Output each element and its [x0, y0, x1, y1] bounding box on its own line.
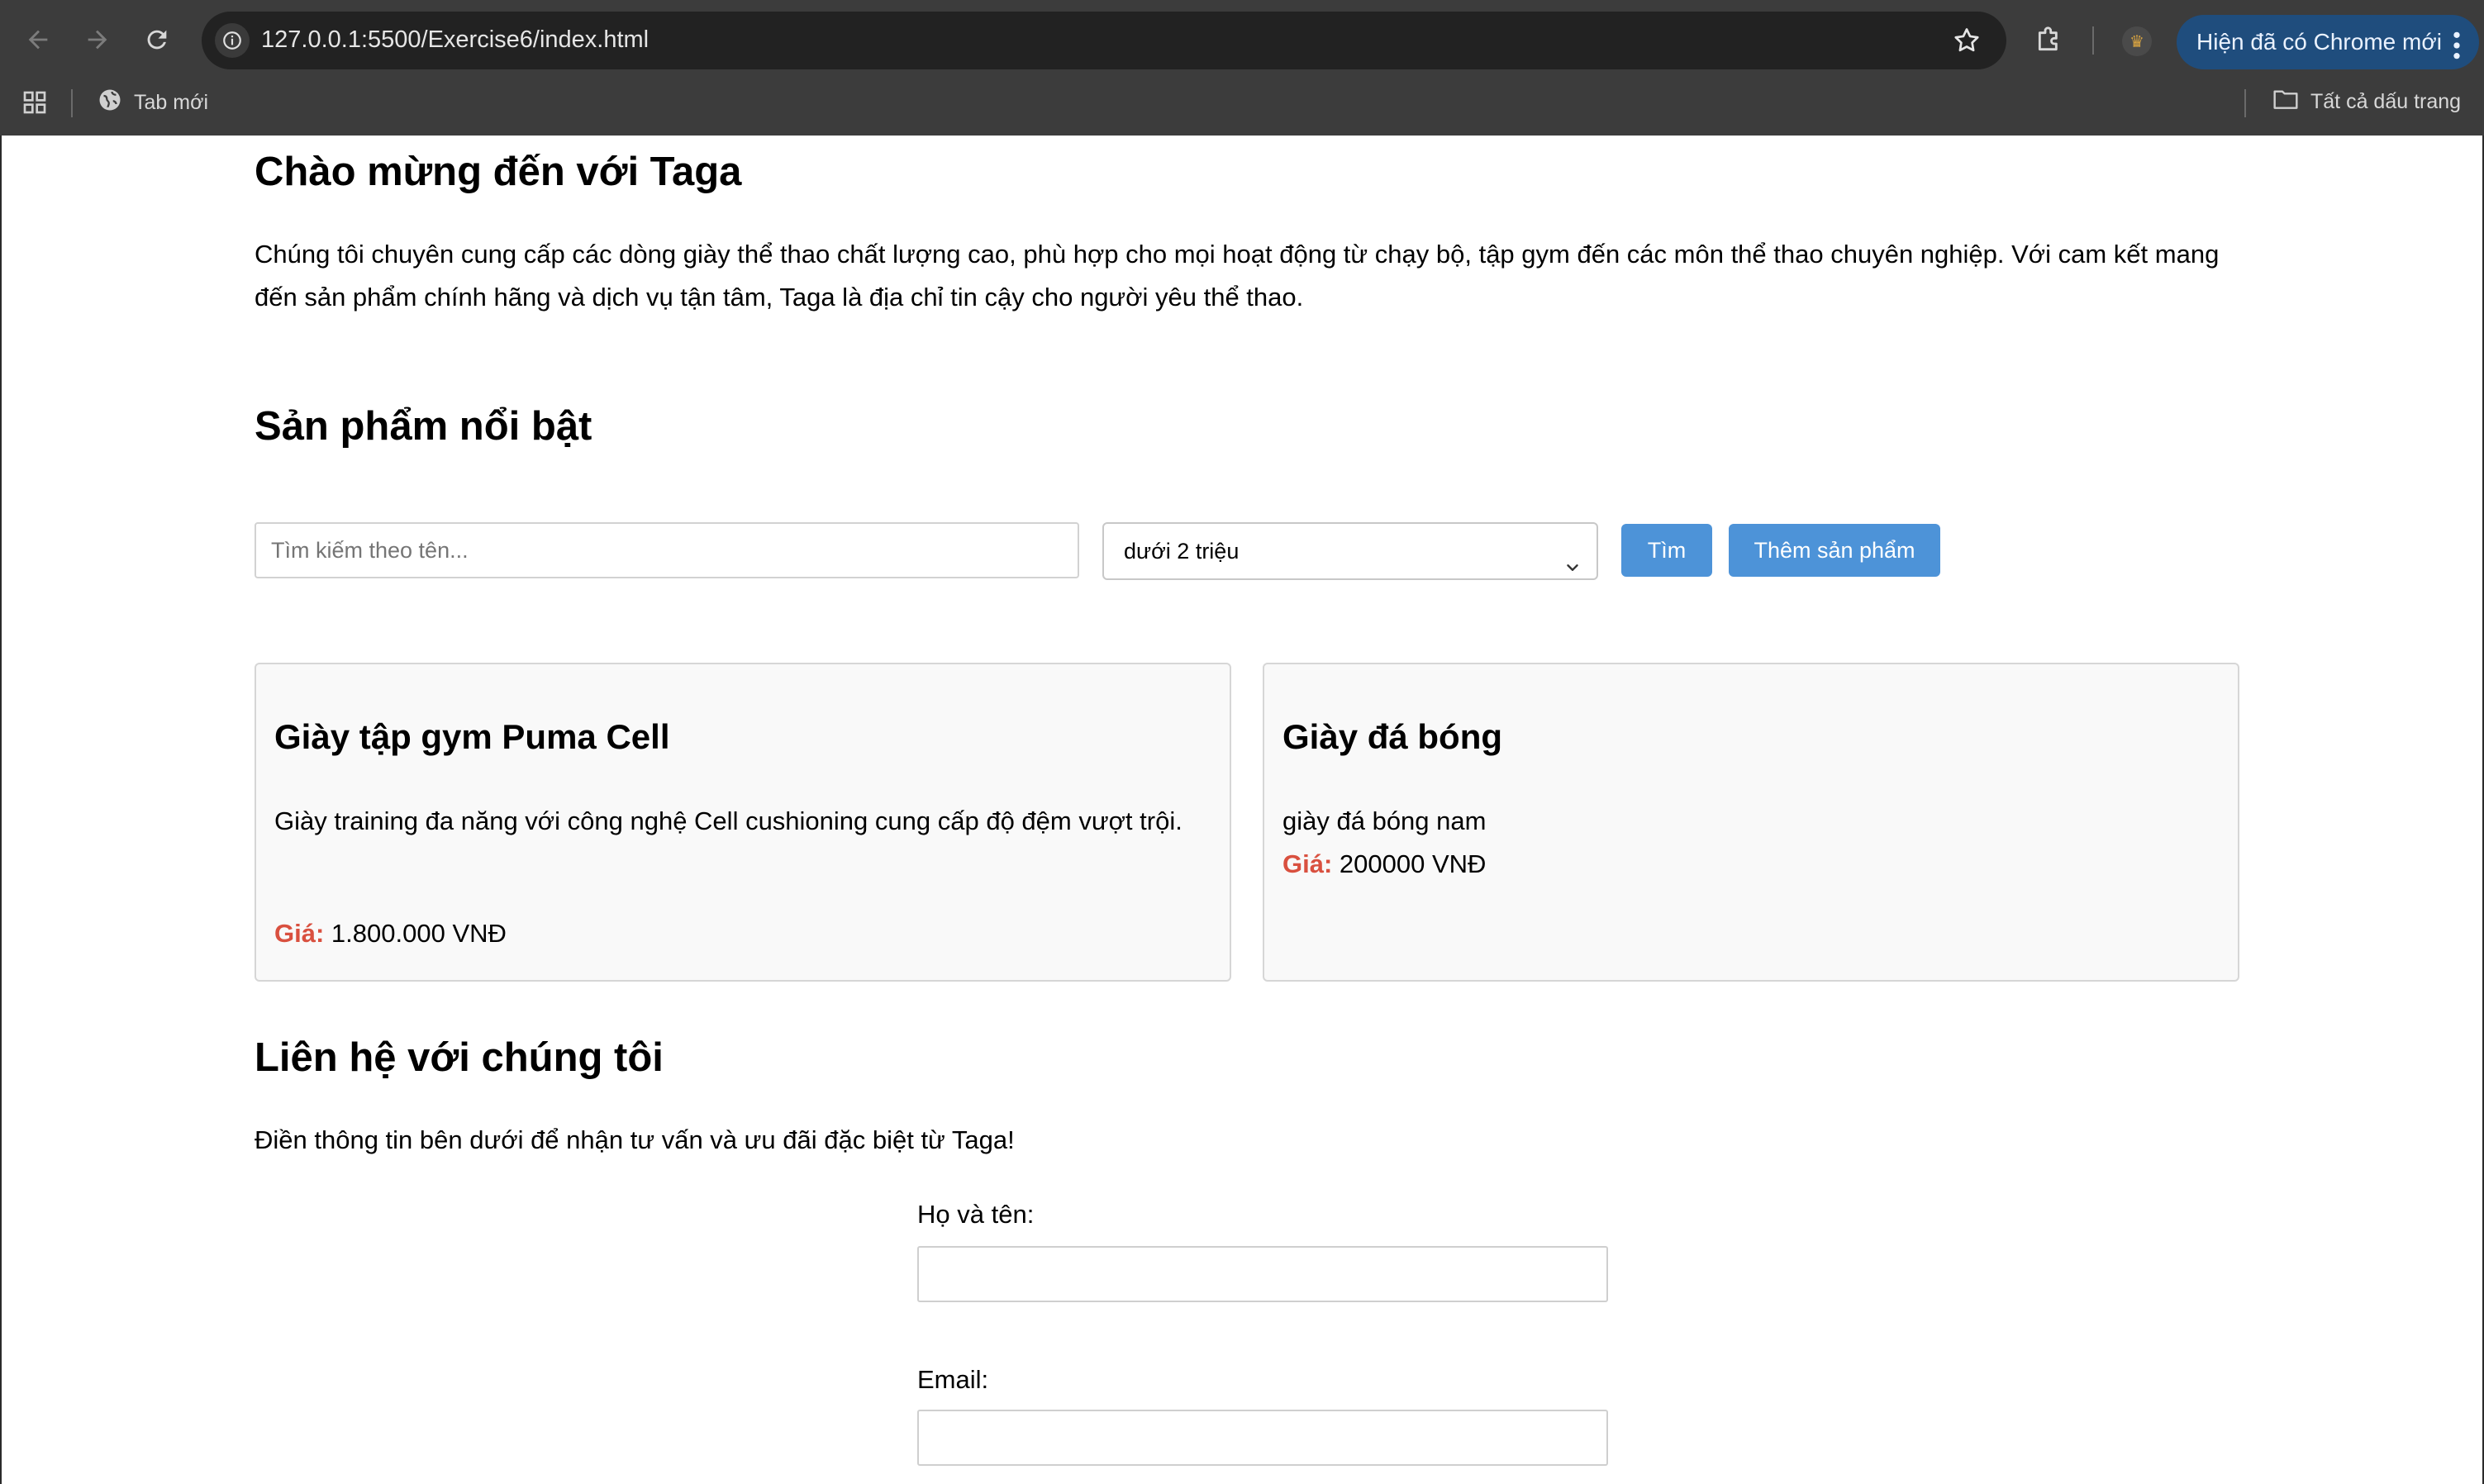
page-viewport: Chào mừng đến với Taga Chúng tôi chuyên … — [0, 136, 2484, 1484]
folder-icon — [2272, 88, 2299, 117]
search-button[interactable]: Tìm — [1621, 524, 1712, 577]
price-value: 200000 VNĐ — [1339, 849, 1487, 878]
back-arrow-icon — [28, 30, 48, 50]
apps-grid-icon[interactable] — [21, 89, 48, 120]
product-name: Giày tập gym Puma Cell — [274, 717, 670, 756]
bookmarks-divider — [71, 89, 73, 117]
reload-icon — [147, 30, 167, 50]
product-description: giày đá bóng nam — [1282, 806, 1487, 835]
featured-heading: Sản phẩm nổi bật — [255, 404, 592, 449]
product-card: Giày tập gym Puma Cell Giày training đa … — [255, 663, 1231, 982]
all-bookmarks-button[interactable]: Tất cả dấu trang — [2272, 88, 2461, 117]
browser-chrome: 127.0.0.1:5500/Exercise6/index.html ♛ Hi… — [0, 0, 2484, 136]
globe-icon — [98, 88, 122, 118]
bookmark-new-tab[interactable]: Tab mới — [98, 88, 208, 118]
avatar[interactable]: ♛ — [2122, 26, 2152, 56]
price-filter-value: dưới 2 triệu — [1124, 539, 1240, 564]
puzzle-icon[interactable] — [2033, 23, 2066, 60]
product-card: Giày đá bóng giày đá bóng nam Giá: 20000… — [1263, 663, 2239, 982]
intro-paragraph: Chúng tôi chuyên cung cấp các dòng giày … — [255, 240, 2220, 312]
price-label: Giá: — [1282, 849, 1333, 878]
update-label: Hiện đã có Chrome mới — [2196, 29, 2442, 55]
bookmarks-divider-right — [2244, 89, 2246, 117]
bookmarks-bar: Tab mới Tất cả dấu trang — [0, 79, 2484, 129]
forward-arrow-icon — [88, 30, 107, 50]
name-label: Họ và tên: — [917, 1200, 1035, 1229]
toolbar-divider — [2092, 26, 2094, 55]
price-value: 1.800.000 VNĐ — [331, 919, 507, 948]
address-bar[interactable]: 127.0.0.1:5500/Exercise6/index.html — [202, 12, 2006, 69]
contact-heading: Liên hệ với chúng tôi — [255, 1035, 664, 1080]
site-info-icon[interactable] — [215, 23, 250, 58]
kebab-menu-icon[interactable] — [2453, 26, 2461, 81]
price-label: Giá: — [274, 919, 325, 948]
bookmark-label: Tab mới — [134, 91, 209, 114]
email-field[interactable] — [917, 1410, 1608, 1466]
search-input[interactable]: Tìm kiếm theo tên... — [255, 522, 1079, 578]
star-icon[interactable] — [1952, 26, 1982, 59]
back-button[interactable] — [15, 17, 61, 63]
email-label: Email: — [917, 1365, 989, 1394]
welcome-heading: Chào mừng đến với Taga — [255, 150, 742, 194]
reload-button[interactable] — [134, 17, 180, 63]
forward-button[interactable] — [74, 17, 121, 63]
chevron-down-icon — [1563, 542, 1582, 597]
all-bookmarks-label: Tất cả dấu trang — [2310, 90, 2462, 113]
product-price: Giá: 200000 VNĐ — [1282, 849, 1486, 879]
price-filter-select[interactable]: dưới 2 triệu — [1102, 522, 1598, 580]
contact-description: Điền thông tin bên dưới để nhận tư vấn v… — [255, 1125, 1015, 1154]
browser-toolbar: 127.0.0.1:5500/Exercise6/index.html ♛ Hi… — [0, 8, 2484, 73]
product-description: Giày training đa năng với công nghệ Cell… — [274, 806, 1183, 835]
product-name: Giày đá bóng — [1282, 717, 1503, 756]
name-field[interactable] — [917, 1246, 1608, 1302]
url-text[interactable]: 127.0.0.1:5500/Exercise6/index.html — [261, 26, 649, 54]
add-product-button[interactable]: Thêm sản phẩm — [1729, 524, 1940, 577]
chrome-update-button[interactable]: Hiện đã có Chrome mới — [2177, 15, 2479, 69]
product-price: Giá: 1.800.000 VNĐ — [274, 919, 507, 949]
